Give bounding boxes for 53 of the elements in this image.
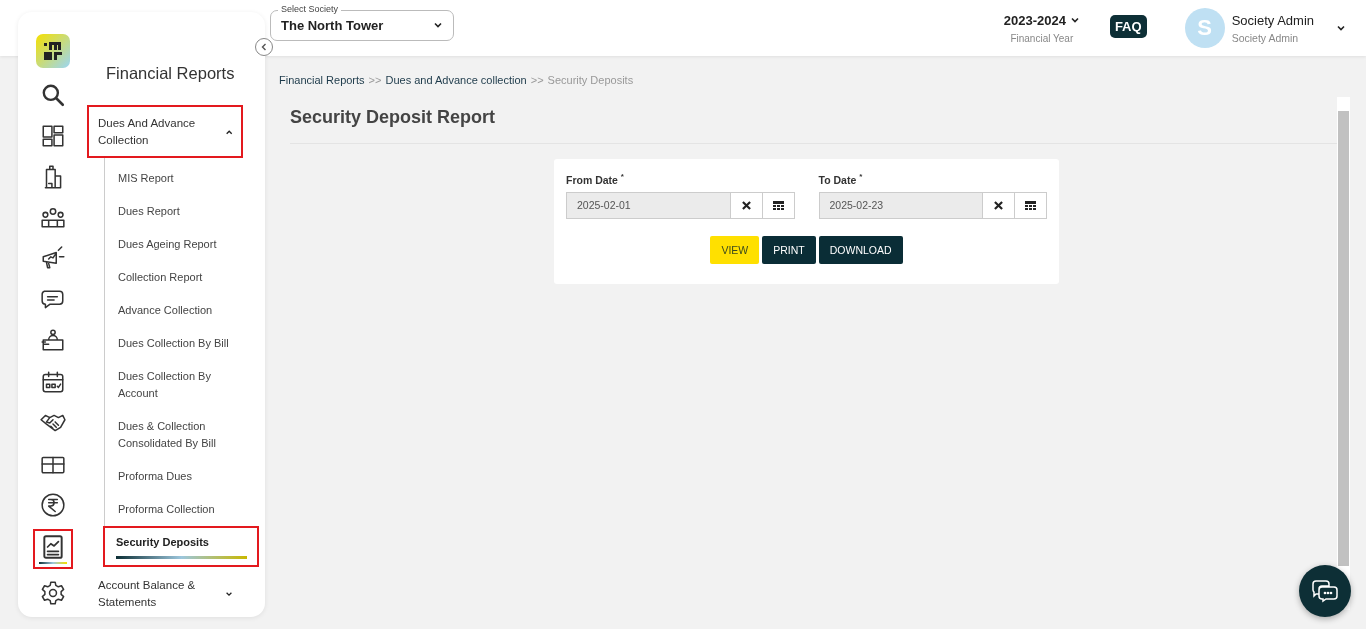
- nav-item[interactable]: Dues Report: [105, 195, 261, 228]
- sidebar-title: Financial Reports: [106, 64, 236, 83]
- calendar-button[interactable]: [1015, 191, 1047, 219]
- close-icon: [994, 200, 1003, 210]
- nav-item[interactable]: Dues Ageing Report: [105, 228, 261, 261]
- settings-icon: [39, 580, 66, 606]
- financial-year-label: Financial Year: [1010, 32, 1074, 44]
- chat-bubbles-icon: [1312, 579, 1338, 603]
- chevron-down-icon: [1069, 15, 1080, 25]
- field-label: To Date $^{*}$: [818, 172, 864, 186]
- chat-button[interactable]: [1299, 565, 1351, 617]
- calendar-icon: [772, 199, 784, 211]
- action-button[interactable]: PRINT: [762, 235, 816, 264]
- calendar-button[interactable]: [762, 191, 795, 219]
- nav-group[interactable]: Dues And Advance Collection: [87, 105, 243, 158]
- action-button[interactable]: DOWNLOAD: [818, 235, 903, 264]
- view-button[interactable]: VIEW: [710, 235, 760, 264]
- date-field[interactable]: 2025-02-23: [818, 191, 983, 219]
- user-name: Society Admin: [1231, 12, 1314, 28]
- nav-item[interactable]: Advance Collection: [105, 294, 261, 327]
- page-title: Security Deposit Report: [290, 107, 1337, 144]
- nav-item[interactable]: MIS Report: [105, 162, 261, 195]
- nav-item[interactable]: Security Deposits: [103, 526, 259, 567]
- clear-button[interactable]: [983, 191, 1015, 219]
- nav-item[interactable]: Proforma Dues: [105, 460, 261, 493]
- breadcrumb-link[interactable]: Dues and Advance collection: [385, 74, 527, 86]
- nav-group[interactable]: Account Balance & Statements: [87, 567, 243, 620]
- nav-item[interactable]: Proforma Collection: [105, 493, 261, 526]
- breadcrumb-link[interactable]: Financial Reports: [279, 74, 365, 86]
- nav-item[interactable]: Collection Report: [105, 261, 261, 294]
- chevron-left-icon: [260, 43, 268, 51]
- logo-icon: [41, 41, 64, 61]
- calendar-icon: [1025, 199, 1036, 211]
- field-label: From Date $^{*}$: [566, 172, 625, 186]
- clear-button[interactable]: [730, 191, 763, 219]
- user-avatar: S: [1184, 8, 1225, 48]
- faq-button[interactable]: FAQ: [1109, 14, 1147, 38]
- chevron-down-icon: [1336, 23, 1346, 33]
- financial-year-select[interactable]: 2023-2024: [1003, 12, 1080, 28]
- sidebar-nav-item[interactable]: [32, 529, 73, 569]
- close-icon: [741, 200, 751, 210]
- nav-item[interactable]: Dues & Collection Consolidated By Bill: [105, 410, 261, 460]
- calendar-icon: [39, 369, 66, 395]
- nav-item[interactable]: Dues Collection By Bill: [105, 327, 261, 360]
- scrollbar[interactable]: [1337, 97, 1350, 610]
- user-role: Society Admin: [1231, 31, 1300, 44]
- breadcrumb-separator: >>: [368, 74, 382, 86]
- nav-item[interactable]: Dues Collection By Account: [105, 360, 261, 410]
- rupee-icon: [39, 492, 66, 518]
- dashboard-icon: [39, 123, 66, 149]
- date-field[interactable]: 2025-02-01: [566, 191, 731, 219]
- chevron-down-icon: [433, 20, 443, 30]
- breadcrumb-separator: >>: [530, 74, 544, 86]
